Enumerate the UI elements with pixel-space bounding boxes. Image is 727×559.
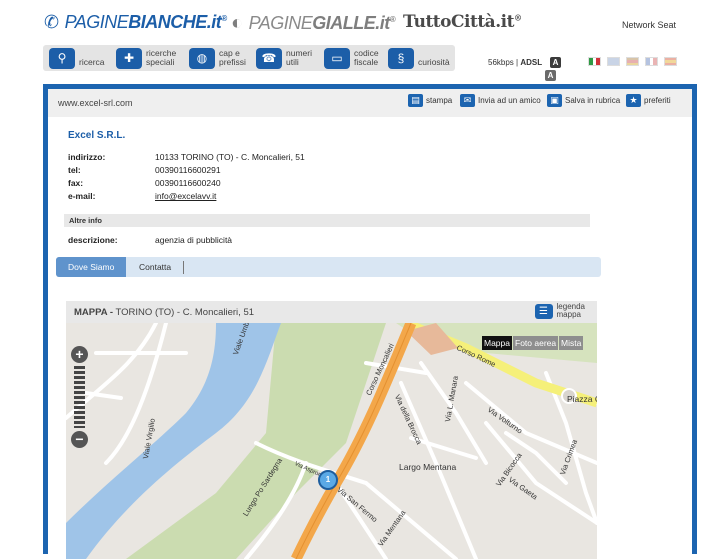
field-key: tel: (68, 165, 81, 175)
field-key: indirizzo: (68, 152, 106, 162)
tab-contatta[interactable]: Contatta (127, 261, 185, 274)
star-icon: ★ (626, 94, 641, 107)
flag-de-icon[interactable] (626, 57, 639, 66)
send-friend-button[interactable]: ✉ Invia ad un amico (460, 94, 541, 107)
logo-text-it: .it (495, 12, 514, 32)
tuttocitta-logo[interactable]: TuttoCittà.it® (403, 12, 522, 32)
logo-text-it: .it (375, 13, 390, 33)
logo-reg: ® (389, 15, 396, 24)
paginegialle-logo[interactable]: ◐ PAGINEGIALLE.it® (231, 12, 396, 35)
folder-icon: ▣ (547, 94, 562, 107)
flag-uk-icon[interactable] (607, 57, 620, 66)
zoom-slider[interactable] (74, 366, 85, 428)
print-label: stampa (426, 96, 453, 105)
logo-reg: ® (513, 12, 522, 23)
logo-text-bianche: BIANCHE (128, 12, 207, 32)
map-view[interactable]: Viale Umber Viale Virgilio Lungo Po Sard… (66, 323, 597, 559)
map-type-foto-aerea[interactable]: Foto aerea (513, 336, 559, 350)
nav-label-2: prefissi (219, 57, 246, 67)
tab-dove-siamo[interactable]: Dove Siamo (56, 257, 127, 277)
zoom-out-button[interactable]: − (71, 431, 88, 448)
nav-label-2: utili (286, 57, 299, 67)
logo-text-it: .it (206, 12, 222, 32)
puzzle-icon: ✚ (116, 47, 142, 69)
font-size-a-large-button[interactable]: A (545, 70, 556, 81)
field-key: e-mail: (68, 191, 96, 201)
flag-es-icon[interactable] (664, 57, 677, 66)
nav-ricerca[interactable]: ⚲ ricerca (49, 47, 119, 69)
main-nav: ⚲ ricerca ✚ ricerche speciali ◍ cap e pref… (43, 45, 455, 71)
company-url[interactable]: www.excel-srl.com (58, 98, 133, 108)
font-size-a-button[interactable]: A (550, 57, 561, 68)
company-name: Excel S.R.L. (68, 130, 126, 141)
logo-text-pagine: PAGINE (64, 12, 129, 32)
url-toolbar: www.excel-srl.com ▤ stampa ✉ Invia ad un a… (48, 89, 692, 117)
map-type-mappa[interactable]: Mappa (482, 336, 512, 350)
email-link[interactable]: info@excelavv.it (155, 191, 216, 201)
flag-it-icon[interactable] (588, 57, 601, 66)
field-value: 00390116600240 (155, 178, 221, 188)
nav-codice-fiscale[interactable]: ▭ codice fiscale (324, 47, 394, 69)
logo-reg: ® (221, 14, 227, 23)
main-frame: www.excel-srl.com ▤ stampa ✉ Invia ad un a… (43, 84, 697, 559)
field-value: 10133 TORINO (TO) - C. Moncalieri, 51 (155, 152, 305, 162)
language-flags (588, 57, 677, 66)
speed-adsl[interactable]: ADSL (520, 58, 542, 67)
square-label: Largo Mentana (399, 462, 457, 472)
network-seat-link[interactable]: Network Seat (622, 20, 676, 30)
piazza-label: Piazza C (567, 394, 597, 404)
save-contacts-button[interactable]: ▣ Salva in rubrica (547, 94, 620, 107)
map-address: TORINO (TO) - C. Moncalieri, 51 (115, 307, 255, 318)
map-header: MAPPA - TORINO (TO) - C. Moncalieri, 51 … (66, 301, 597, 323)
speed-56kbps[interactable]: 56kbps (488, 58, 514, 67)
zoom-control: + − (71, 346, 89, 448)
globe-icon: ◍ (189, 47, 215, 69)
nav-numeri-utili[interactable]: ☎ numeri utili (256, 47, 326, 69)
nav-ricerche-speciali[interactable]: ✚ ricerche speciali (116, 47, 186, 69)
list-icon: ☰ (534, 303, 553, 319)
printer-icon: ▤ (408, 94, 423, 107)
zoom-in-button[interactable]: + (71, 346, 88, 363)
logo-text-tuttocitta: TuttoCittà (403, 12, 496, 32)
map-legend-button[interactable]: ☰ legenda mappa (534, 303, 585, 319)
id-card-icon: ▭ (324, 47, 350, 69)
field-key: fax: (68, 178, 84, 188)
map-type-mista[interactable]: Mista (559, 336, 584, 350)
field-value: 00390116600291 (155, 165, 221, 175)
nav-label: ricerca (79, 57, 105, 67)
other-info-header: Altre info (64, 214, 590, 227)
logo-text-pagine: PAGINE (248, 13, 313, 33)
g-circle-icon: ◐ (231, 12, 243, 34)
tabs-bar: Dove Siamo Contatta (56, 257, 601, 277)
paginebianche-logo[interactable]: ✆ PAGINEBIANCHE.it® (44, 12, 227, 33)
nav-label-2: speciali (146, 57, 175, 67)
connection-speed: 56kbps | ADSL (488, 58, 543, 67)
nav-curiosita[interactable]: § curiosità (388, 47, 458, 69)
phone-handset-icon: ✆ (44, 12, 59, 32)
send-friend-label: Invia ad un amico (478, 96, 541, 105)
logo-text-gialle: GIALLE (312, 13, 376, 33)
favorites-label: preferiti (644, 96, 671, 105)
nav-cap-prefissi[interactable]: ◍ cap e prefissi (189, 47, 259, 69)
field-value: agenzia di pubblicità (155, 235, 233, 245)
flag-fr-icon[interactable] (645, 57, 658, 66)
nav-label: curiosità (418, 57, 450, 67)
spring-icon: § (388, 47, 414, 69)
save-contacts-label: Salva in rubrica (565, 96, 621, 105)
field-key: descrizione: (68, 235, 118, 245)
map-title: MAPPA - (74, 307, 114, 318)
envelope-icon: ✉ (460, 94, 475, 107)
print-button[interactable]: ▤ stampa (408, 94, 452, 107)
favorites-button[interactable]: ★ preferiti (626, 94, 671, 107)
location-marker[interactable]: 1 (318, 470, 338, 490)
search-icon: ⚲ (49, 47, 75, 69)
legend-label-2: mappa (556, 310, 581, 319)
telephone-icon: ☎ (256, 47, 282, 69)
brand-bar: ✆ PAGINEBIANCHE.it® ◐ PAGINEGIALLE.it® T… (0, 0, 727, 44)
